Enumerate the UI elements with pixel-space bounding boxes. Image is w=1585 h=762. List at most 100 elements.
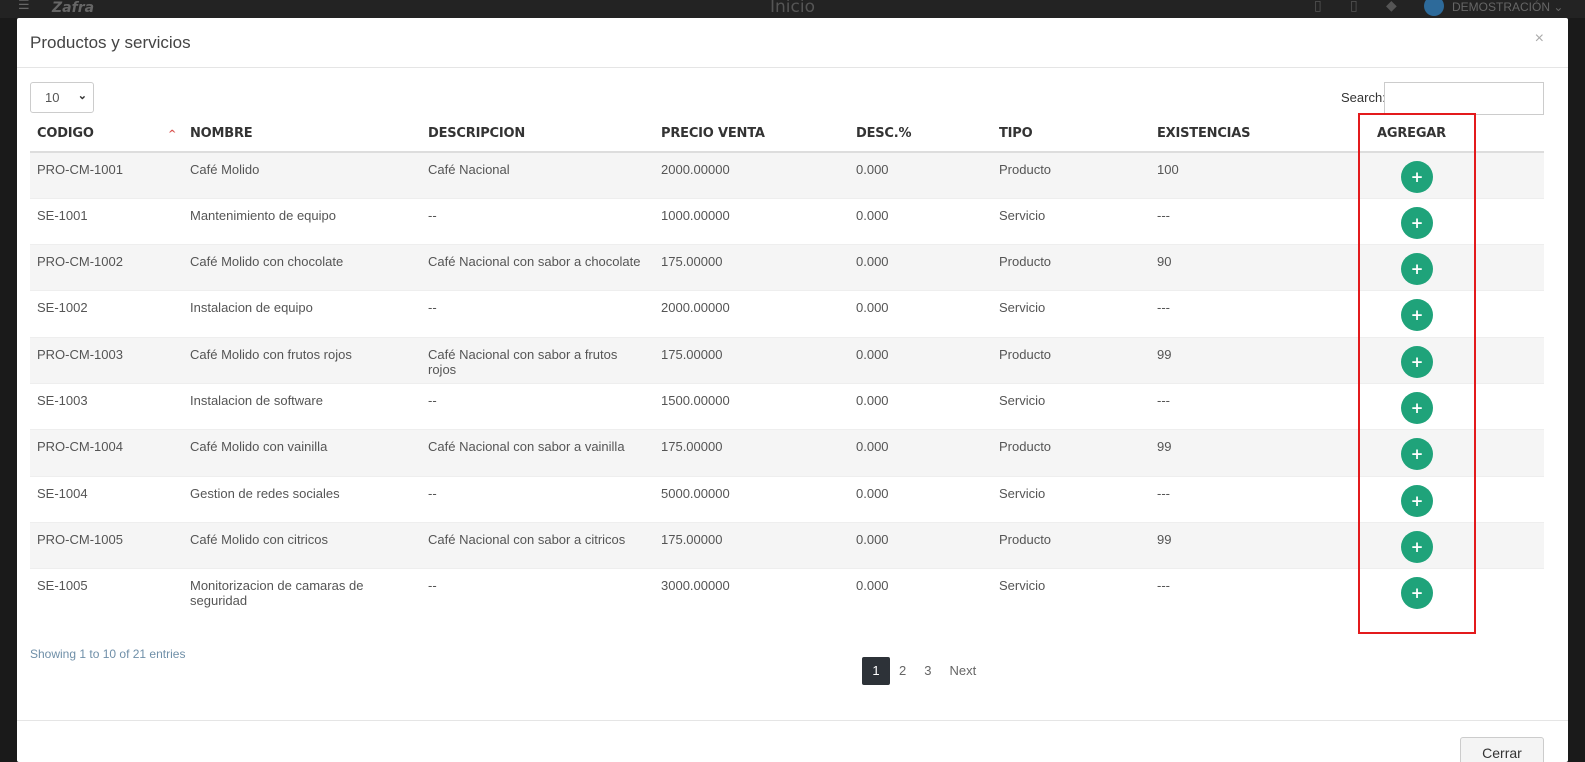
table-row: PRO-CM-1002 Café Molido con chocolate Café… bbox=[30, 244, 1544, 291]
cell-precio: 175.00000 bbox=[654, 521, 849, 569]
table-row: SE-1004 Gestion de redes sociales -- 5000.0… bbox=[30, 475, 1544, 523]
column-header-nombre[interactable]: NOMBRE bbox=[183, 116, 421, 153]
add-item-button[interactable]: + bbox=[1401, 577, 1433, 610]
cell-agregar: + bbox=[1370, 429, 1544, 477]
cell-existencias: 99 bbox=[1150, 521, 1370, 569]
add-item-button[interactable]: + bbox=[1401, 438, 1433, 471]
column-header-codigo[interactable]: CODIGO ^ bbox=[30, 116, 183, 153]
cell-descripcion: -- bbox=[421, 475, 654, 523]
close-icon[interactable]: × bbox=[1535, 30, 1544, 48]
column-header-precio-venta[interactable]: PRECIO VENTA bbox=[654, 116, 849, 153]
add-item-button[interactable]: + bbox=[1401, 299, 1433, 332]
cell-nombre: Café Molido con citricos bbox=[183, 521, 421, 569]
cell-desc: 0.000 bbox=[849, 197, 992, 245]
table-row: PRO-CM-1003 Café Molido con frutos rojos C… bbox=[30, 336, 1544, 384]
background-app-bar: ☰ Zafra Inicio ▯ ▯ ◆ DEMOSTRACIÓN ⌄ bbox=[0, 0, 1585, 18]
cell-tipo: Servicio bbox=[992, 197, 1150, 245]
cell-desc: 0.000 bbox=[849, 336, 992, 384]
cell-descripcion: Café Nacional con sabor a citricos bbox=[421, 521, 654, 569]
cell-descripcion: Café Nacional con sabor a vainilla bbox=[421, 429, 654, 477]
cell-tipo: Producto bbox=[992, 429, 1150, 477]
add-item-button[interactable]: + bbox=[1401, 484, 1433, 517]
page-length-select[interactable]: 10 ⌄ bbox=[30, 82, 94, 113]
modal-footer: Cerrar bbox=[17, 720, 1568, 762]
app-logo: Zafra bbox=[52, 0, 95, 16]
cell-desc: 0.000 bbox=[849, 568, 992, 621]
cell-desc: 0.000 bbox=[849, 429, 992, 477]
cell-existencias: --- bbox=[1150, 568, 1370, 621]
column-header-desc[interactable]: DESC.% bbox=[849, 116, 992, 153]
page-link-2[interactable]: 2 bbox=[890, 657, 915, 685]
mobile-icon: ▯ bbox=[1350, 0, 1358, 14]
cell-tipo: Producto bbox=[992, 151, 1150, 199]
cell-desc: 0.000 bbox=[849, 382, 992, 430]
close-button[interactable]: Cerrar bbox=[1460, 737, 1544, 762]
device-icon: ▯ bbox=[1314, 0, 1322, 14]
cell-descripcion: -- bbox=[421, 568, 654, 621]
cell-precio: 3000.00000 bbox=[654, 568, 849, 621]
cell-agregar: + bbox=[1370, 197, 1544, 245]
cell-nombre: Café Molido con chocolate bbox=[183, 244, 421, 291]
table-row: PRO-CM-1004 Café Molido con vainilla Café … bbox=[30, 429, 1544, 477]
add-item-button[interactable]: + bbox=[1401, 345, 1433, 378]
cell-precio: 5000.00000 bbox=[654, 475, 849, 523]
cell-tipo: Producto bbox=[992, 244, 1150, 291]
cell-agregar: + bbox=[1370, 568, 1544, 621]
next-page-link[interactable]: Next bbox=[940, 657, 985, 685]
add-item-button[interactable]: + bbox=[1401, 253, 1433, 286]
table-info: Showing 1 to 10 of 21 entries bbox=[30, 647, 186, 661]
avatar bbox=[1424, 0, 1444, 16]
products-table: CODIGO ^ NOMBRE DESCRIPCION PRECIO VENTA … bbox=[30, 116, 1544, 621]
add-item-button[interactable]: + bbox=[1401, 206, 1433, 239]
cell-desc: 0.000 bbox=[849, 244, 992, 291]
cell-codigo: SE-1005 bbox=[30, 568, 183, 621]
cell-existencias: 99 bbox=[1150, 429, 1370, 477]
cell-descripcion: -- bbox=[421, 382, 654, 430]
cell-tipo: Servicio bbox=[992, 290, 1150, 338]
add-item-button[interactable]: + bbox=[1401, 391, 1433, 424]
cell-tipo: Producto bbox=[992, 521, 1150, 569]
search-input[interactable] bbox=[1384, 82, 1544, 115]
cell-agregar: + bbox=[1370, 475, 1544, 523]
cell-tipo: Servicio bbox=[992, 568, 1150, 621]
sort-up-icon: ^ bbox=[168, 129, 177, 140]
add-item-button[interactable]: + bbox=[1401, 530, 1433, 563]
cell-nombre: Gestion de redes sociales bbox=[183, 475, 421, 523]
column-header-agregar: AGREGAR bbox=[1370, 116, 1544, 153]
chevron-down-icon: ⌄ bbox=[77, 90, 87, 102]
cell-codigo: PRO-CM-1001 bbox=[30, 151, 183, 199]
modal-title: Productos y servicios bbox=[30, 33, 191, 52]
column-header-existencias[interactable]: EXISTENCIAS bbox=[1150, 116, 1370, 153]
page-link-3[interactable]: 3 bbox=[915, 657, 940, 685]
cell-precio: 1500.00000 bbox=[654, 382, 849, 430]
column-header-tipo[interactable]: TIPO bbox=[992, 116, 1150, 153]
cell-agregar: + bbox=[1370, 244, 1544, 291]
cell-tipo: Producto bbox=[992, 336, 1150, 384]
page-length-value: 10 bbox=[45, 90, 60, 105]
cell-descripcion: Café Nacional con sabor a frutos rojos bbox=[421, 336, 654, 384]
cell-agregar: + bbox=[1370, 382, 1544, 430]
user-menu: DEMOSTRACIÓN ⌄ bbox=[1452, 0, 1564, 14]
cell-nombre: Instalacion de equipo bbox=[183, 290, 421, 338]
cell-tipo: Servicio bbox=[992, 382, 1150, 430]
cell-nombre: Café Molido con vainilla bbox=[183, 429, 421, 477]
cell-desc: 0.000 bbox=[849, 290, 992, 338]
table-row: PRO-CM-1005 Café Molido con citricos Café … bbox=[30, 521, 1544, 569]
cell-codigo: PRO-CM-1003 bbox=[30, 336, 183, 384]
page-link-1[interactable]: 1 bbox=[862, 657, 890, 685]
cell-codigo: SE-1001 bbox=[30, 197, 183, 245]
table-row: SE-1002 Instalacion de equipo -- 2000.00000… bbox=[30, 290, 1544, 338]
cell-existencias: --- bbox=[1150, 475, 1370, 523]
search-label: Search: bbox=[1341, 90, 1386, 105]
cell-precio: 1000.00000 bbox=[654, 197, 849, 245]
column-header-descripcion[interactable]: DESCRIPCION bbox=[421, 116, 654, 153]
cell-agregar: + bbox=[1370, 521, 1544, 569]
cell-precio: 175.00000 bbox=[654, 244, 849, 291]
cell-codigo: SE-1004 bbox=[30, 475, 183, 523]
pagination: 1 2 3 Next bbox=[862, 657, 985, 685]
cell-descripcion: Café Nacional bbox=[421, 151, 654, 199]
add-item-button[interactable]: + bbox=[1401, 161, 1433, 193]
cell-desc: 0.000 bbox=[849, 521, 992, 569]
cell-nombre: Café Molido con frutos rojos bbox=[183, 336, 421, 384]
cell-existencias: --- bbox=[1150, 197, 1370, 245]
